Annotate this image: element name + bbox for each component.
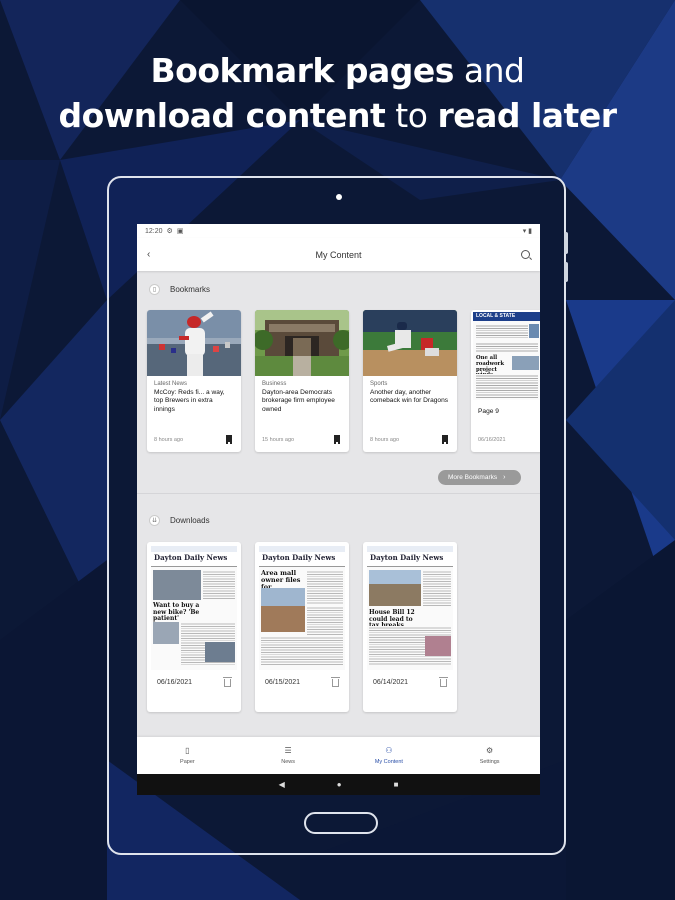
article-image	[255, 310, 349, 376]
downloads-list: Dayton Daily News Want to buy a new bike…	[147, 542, 471, 712]
masthead: Dayton Daily News	[367, 552, 453, 567]
nav-my-content-label: My Content	[374, 759, 403, 765]
page-label: Page 9	[478, 408, 499, 415]
headline-normal-1: and	[463, 51, 525, 90]
gear-icon: ⚙	[486, 746, 494, 755]
downloads-label: Downloads	[170, 515, 210, 525]
article-category: Sports	[370, 381, 388, 387]
status-bar: 12:20 ⚙ ▣ ▾ ▮	[137, 224, 540, 238]
chevron-right-icon: ›	[503, 474, 506, 481]
page-date: 06/16/2021	[478, 437, 506, 443]
download-card[interactable]: Dayton Daily News House Bill 12 could le…	[363, 542, 457, 712]
recents-square-icon[interactable]: ■	[394, 780, 399, 789]
nav-paper-label: Paper	[180, 759, 195, 765]
app-screen: 12:20 ⚙ ▣ ▾ ▮ ‹ My Content ▯ Bookmarks L…	[137, 224, 540, 795]
power-button	[564, 232, 568, 254]
article-age: 8 hours ago	[154, 437, 184, 443]
battery-icon: ▾ ▮	[522, 228, 532, 235]
download-date: 06/14/2021	[373, 679, 409, 686]
bookmark-icon[interactable]	[334, 435, 340, 444]
trash-icon[interactable]	[331, 677, 340, 687]
page-title: My Content	[315, 249, 362, 260]
bookmarks-header: ▯ Bookmarks	[137, 276, 540, 302]
bookmark-section-icon: ▯	[149, 283, 160, 295]
download-date: 06/16/2021	[157, 679, 193, 686]
nav-paper[interactable]: ▯ Paper	[137, 737, 238, 774]
article-age: 15 hours ago	[262, 437, 295, 443]
article-image	[363, 310, 457, 376]
more-bookmarks-label: More Bookmarks	[448, 474, 498, 481]
downloads-header: ⇊ Downloads	[137, 507, 222, 533]
article-title: Dayton-area Democrats brokerage firm emp…	[262, 389, 335, 413]
headline-bold-3: read later	[437, 96, 617, 135]
camera-dot	[336, 194, 342, 200]
bookmarks-label: Bookmarks	[170, 284, 211, 294]
newspaper-thumbnail: Dayton Daily News Want to buy a new bike…	[151, 546, 237, 670]
system-navigation: ◀ ● ■	[137, 774, 540, 795]
nav-news-label: News	[281, 759, 295, 765]
back-icon[interactable]: ‹	[147, 249, 150, 260]
headline-bold-1: Bookmark pages	[150, 51, 455, 90]
status-time: 12:20	[145, 228, 163, 235]
person-icon: ⚇	[385, 746, 393, 755]
article-category: Business	[262, 381, 287, 387]
download-section-icon: ⇊	[149, 514, 160, 526]
nav-settings[interactable]: ⚙ Settings	[439, 737, 540, 774]
nav-settings-label: Settings	[479, 759, 500, 765]
article-title: McCoy: Reds fi... a way, top Brewers in …	[154, 389, 225, 413]
headline-normal-2: to	[395, 96, 428, 135]
app-bar: ‹ My Content	[137, 238, 540, 271]
more-bookmarks-button[interactable]: More Bookmarks ›	[438, 470, 522, 485]
bookmarks-list: Latest News McCoy: Reds fi... a way, top…	[147, 310, 540, 452]
headline-bold-2: download content	[58, 96, 386, 135]
bookmark-icon[interactable]	[226, 435, 232, 444]
trash-icon[interactable]	[439, 677, 448, 687]
back-triangle-icon[interactable]: ◀	[279, 780, 285, 789]
bookmark-icon[interactable]	[442, 435, 448, 444]
front-page-headline: Want to buy a new bike? 'Be patient'	[153, 602, 200, 622]
search-icon[interactable]	[521, 250, 530, 259]
nav-news[interactable]: ☰ News	[238, 737, 339, 774]
section-banner: LOCAL & STATE	[473, 312, 540, 321]
bookmark-card[interactable]: LOCAL & STATE One all roadwork project w…	[471, 310, 540, 452]
article-category: Latest News	[154, 381, 188, 387]
volume-button	[564, 262, 568, 282]
masthead: Dayton Daily News	[151, 552, 237, 567]
article-image	[147, 310, 241, 376]
bottom-navigation: ▯ Paper ☰ News ⚇ My Content ⚙ Settings	[137, 737, 540, 774]
trash-icon[interactable]	[223, 677, 232, 687]
list-icon: ☰	[284, 746, 292, 755]
home-circle-icon[interactable]: ●	[337, 780, 342, 789]
newspaper-icon: ▯	[185, 746, 190, 755]
masthead: Dayton Daily News	[259, 552, 345, 567]
newspaper-thumbnail: Dayton Daily News House Bill 12 could le…	[367, 546, 453, 670]
notification-icon-2: ▣	[176, 228, 184, 235]
newspaper-thumbnail: Dayton Daily News Area mall owner files …	[259, 546, 345, 670]
bookmark-card[interactable]: Sports Another day, another comeback win…	[363, 310, 457, 452]
section-divider	[137, 493, 540, 494]
article-title: Another day, another comeback win for Dr…	[370, 389, 449, 405]
home-button	[304, 812, 378, 834]
nav-my-content[interactable]: ⚇ My Content	[339, 737, 440, 774]
article-age: 8 hours ago	[370, 437, 400, 443]
download-date: 06/15/2021	[265, 679, 301, 686]
notification-icon: ⚙	[166, 228, 173, 235]
download-card[interactable]: Dayton Daily News Area mall owner files …	[255, 542, 349, 712]
headline: Bookmark pages and download content to r…	[0, 48, 675, 138]
bookmark-card[interactable]: Business Dayton-area Democrats brokerage…	[255, 310, 349, 452]
bookmark-card[interactable]: Latest News McCoy: Reds fi... a way, top…	[147, 310, 241, 452]
download-card[interactable]: Dayton Daily News Want to buy a new bike…	[147, 542, 241, 712]
page-thumbnail: LOCAL & STATE One all roadwork project w…	[473, 312, 540, 400]
